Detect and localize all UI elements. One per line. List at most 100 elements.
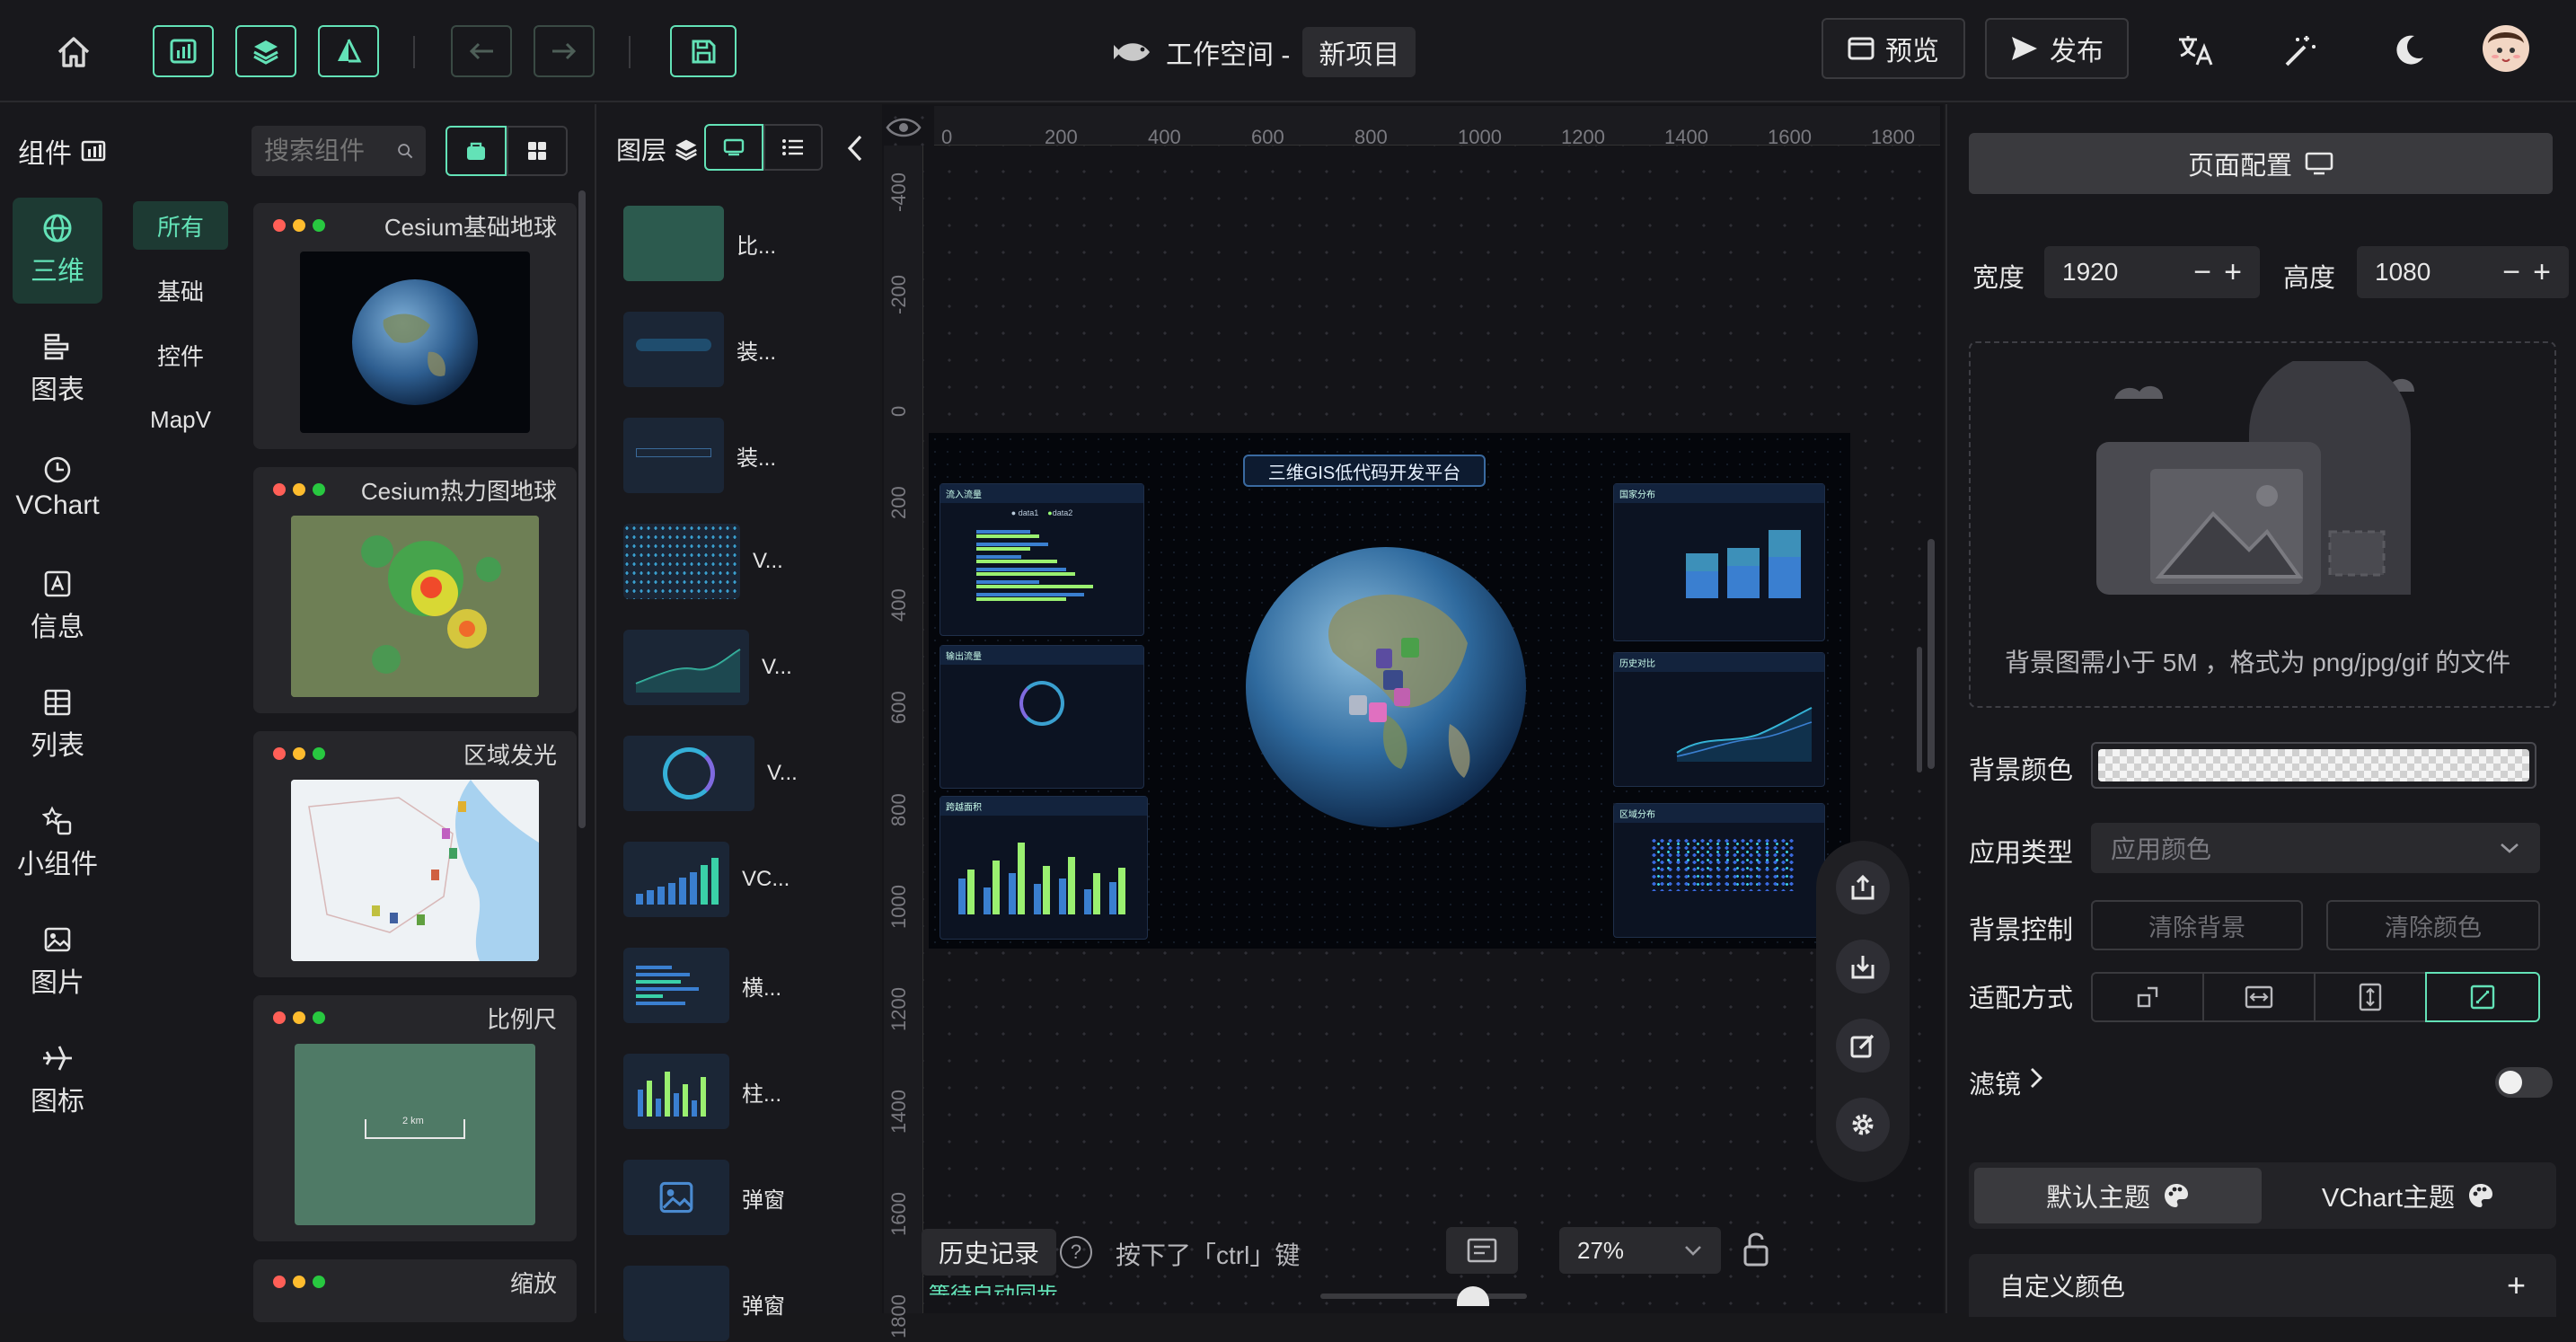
fit-mode-full[interactable] (2425, 972, 2540, 1022)
grid-icon (528, 142, 546, 160)
translate-icon[interactable] (2177, 32, 2215, 68)
category-vchart[interactable]: VChart (13, 435, 102, 541)
chevron-right-icon[interactable] (2028, 1065, 2044, 1090)
layer-item[interactable]: 弹窗 (623, 1159, 785, 1236)
layer-item[interactable]: V... (623, 735, 798, 812)
app-type-select[interactable]: 应用颜色 (2091, 823, 2540, 873)
zoom-select[interactable]: 27% (1559, 1227, 1721, 1274)
fit-mode-width[interactable] (2202, 972, 2316, 1022)
category-icon[interactable]: 图标 (13, 1028, 102, 1134)
layer-item[interactable]: 横... (623, 947, 781, 1024)
clear-background-button[interactable]: 清除背景 (2091, 900, 2303, 950)
layer-view-thumb-button[interactable] (704, 124, 763, 171)
component-card-cesium-heatmap[interactable]: Cesium热力图地球 (253, 467, 577, 713)
country-panel[interactable]: 国家分布 (1613, 483, 1825, 641)
home-icon[interactable] (54, 34, 93, 70)
export-button[interactable] (1836, 861, 1890, 914)
fit-mode-height[interactable] (2314, 972, 2427, 1022)
layer-view-list-button[interactable] (763, 124, 823, 171)
view-card-button[interactable] (446, 126, 507, 176)
app-type-label: 应用类型 (1969, 839, 2074, 868)
chart-toggle-button[interactable] (153, 25, 214, 77)
canvas-scrollbar-vertical-2[interactable] (1917, 647, 1922, 773)
category-widget[interactable]: 小组件 (13, 790, 102, 896)
collapse-chevron-icon[interactable] (842, 133, 868, 163)
layer-item[interactable]: V... (623, 629, 792, 706)
category-3d[interactable]: 三维 (13, 198, 102, 304)
panel-scrollbar[interactable] (578, 190, 586, 828)
category-list[interactable]: 列表 (13, 672, 102, 778)
dashboard-preview[interactable]: 三维GIS低代码开发平台 流入流量 ● data1 ● data2 输出流量 跨越… (929, 433, 1850, 949)
magic-wand-icon[interactable] (2281, 32, 2319, 68)
inflow-panel[interactable]: 流入流量 ● data1 ● data2 (940, 483, 1144, 636)
moon-icon[interactable] (2391, 32, 2427, 68)
plus-icon[interactable]: + (2224, 255, 2242, 290)
subcategory-basic[interactable]: 基础 (133, 266, 228, 314)
minus-icon[interactable]: − (2502, 255, 2520, 290)
category-chart[interactable]: 图表 (13, 316, 102, 422)
save-button[interactable] (670, 25, 737, 77)
history-button[interactable]: 历史记录 (922, 1229, 1056, 1276)
component-card-scale-bar[interactable]: 比例尺 2 km (253, 995, 577, 1241)
custom-color-section[interactable]: 自定义颜色 + (1969, 1254, 2556, 1317)
history-panel[interactable]: 历史对比 (1613, 652, 1825, 787)
plus-icon[interactable]: + (2507, 1267, 2526, 1304)
subcategory-all[interactable]: 所有 (133, 201, 228, 250)
background-upload[interactable]: 背景图需小于 5M ，格式为 png/jpg/gif 的文件 (1969, 341, 2556, 708)
key-hint: 按下了「ctrl」键 (1116, 1241, 1301, 1269)
lock-icon[interactable] (1741, 1231, 1771, 1268)
layers-toggle-button[interactable] (235, 25, 296, 77)
canvas-scrollbar-vertical[interactable] (1928, 539, 1935, 769)
config-toggle-button[interactable] (318, 25, 379, 77)
split-icon (338, 39, 362, 63)
undo-button[interactable] (451, 25, 512, 77)
redo-button[interactable] (534, 25, 595, 77)
minus-icon[interactable]: − (2193, 255, 2211, 290)
fit-mode-none[interactable] (2091, 972, 2204, 1022)
settings-button[interactable] (1836, 1098, 1890, 1152)
globe-3d[interactable] (1243, 544, 1529, 830)
layer-item[interactable]: 柱... (623, 1053, 781, 1130)
component-card-cesium-basic[interactable]: Cesium基础地球 (253, 203, 577, 449)
layer-item[interactable]: V... (623, 523, 783, 600)
zoom-slider-track[interactable] (1320, 1293, 1527, 1299)
default-theme-tab[interactable]: 默认主题 (1974, 1168, 2262, 1223)
category-info[interactable]: 信息 (13, 553, 102, 659)
avatar[interactable] (2483, 25, 2529, 72)
zoom-slider-handle[interactable] (1457, 1286, 1489, 1306)
component-card-region-glow[interactable]: 区域发光 (253, 731, 577, 977)
outflow-panel[interactable]: 输出流量 (940, 645, 1144, 789)
minimap-button[interactable] (1446, 1227, 1518, 1274)
import-button[interactable] (1836, 940, 1890, 993)
clear-color-button[interactable]: 清除颜色 (2326, 900, 2540, 950)
view-grid-button[interactable] (507, 126, 568, 176)
width-input[interactable]: 1920 − + (2044, 246, 2260, 298)
preview-button[interactable]: 预览 (1822, 18, 1965, 79)
category-image[interactable]: 图片 (13, 909, 102, 1015)
subcategory-mapv[interactable]: MapV (133, 395, 228, 444)
plus-icon[interactable]: + (2533, 255, 2551, 290)
subcategory-controls[interactable]: 控件 (133, 331, 228, 379)
project-name[interactable]: 新项目 (1302, 27, 1416, 77)
layer-item[interactable]: 装... (623, 311, 776, 388)
page-config-tab[interactable]: 页面配置 (1969, 133, 2553, 194)
filter-label: 滤镜 (1969, 1071, 2022, 1099)
search-input[interactable] (264, 137, 390, 165)
layer-item[interactable]: VC... (623, 841, 790, 918)
layer-item[interactable]: 装... (623, 417, 776, 494)
height-input[interactable]: 1080 − + (2357, 246, 2569, 298)
layer-item[interactable]: 弹窗 (623, 1265, 785, 1342)
edit-button[interactable] (1836, 1019, 1890, 1073)
filter-toggle[interactable] (2495, 1067, 2553, 1098)
daily-panel[interactable]: 跨越面积 (940, 796, 1148, 940)
component-search[interactable] (251, 126, 426, 176)
publish-button[interactable]: 发布 (1985, 18, 2129, 79)
vchart-theme-tab[interactable]: VChart主题 (2265, 1168, 2551, 1223)
region-panel[interactable]: 区域分布 (1613, 803, 1825, 938)
layer-item[interactable]: 比... (623, 205, 776, 282)
help-icon[interactable]: ? (1060, 1236, 1092, 1268)
bg-color-picker[interactable] (2091, 742, 2536, 789)
bag-icon (467, 142, 485, 160)
eye-icon[interactable] (886, 113, 922, 142)
component-list-panel: Cesium基础地球 Cesium热力图地球 区域发光 比例尺 2 km 缩放 (251, 104, 593, 1322)
